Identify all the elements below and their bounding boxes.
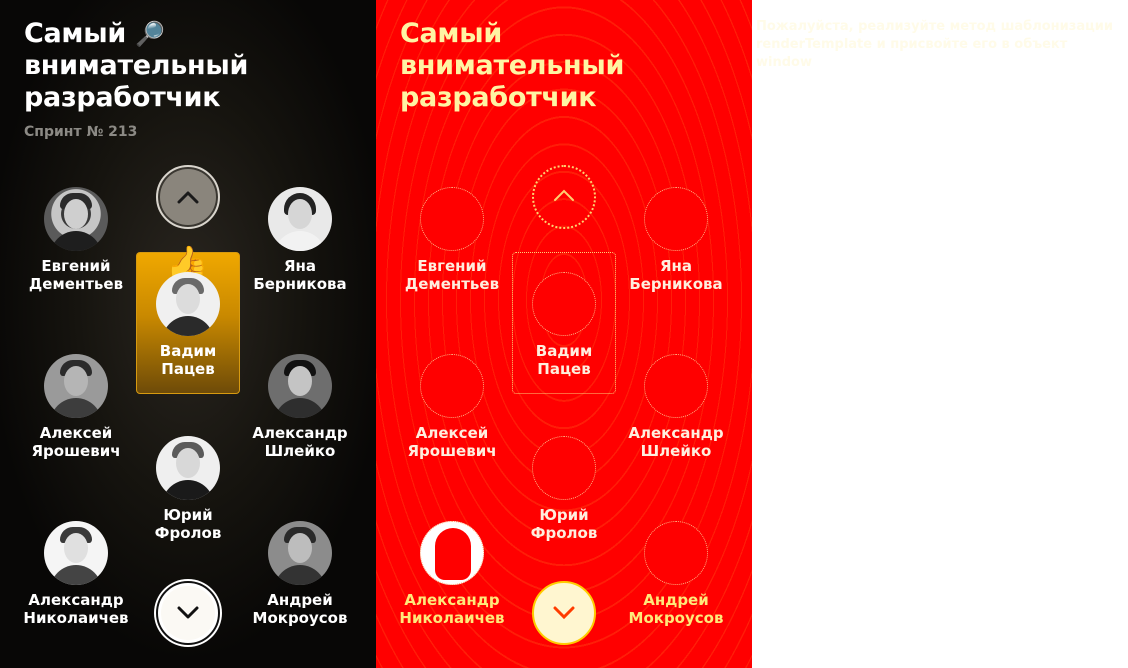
person-name: Андрей Мокроусов — [628, 591, 724, 627]
person-name: Алексей Ярошевич — [407, 424, 497, 460]
title-line: внимательный — [24, 50, 249, 81]
scroll-up-button[interactable] — [156, 165, 220, 229]
chevron-up-icon — [177, 191, 199, 204]
avatar[interactable] — [644, 521, 708, 585]
title-line: Самый — [24, 18, 126, 49]
person-name: Евгений Дементьев — [28, 257, 124, 293]
scroll-down-button[interactable] — [156, 581, 220, 645]
title-line: разработчик — [400, 82, 597, 113]
render-template-notice: Пожалуйста, реализуйте метод шаблонизаци… — [756, 19, 1113, 70]
person-name: Юрий Фролов — [154, 506, 222, 542]
avatar[interactable] — [156, 436, 220, 500]
chevron-down-icon — [553, 606, 575, 620]
avatar[interactable] — [44, 354, 108, 418]
sprint-subtitle: Спринт № 213 — [24, 124, 138, 140]
avatar[interactable] — [420, 354, 484, 418]
magnifying-glass-icon: 🔎 — [135, 20, 165, 48]
person-name: Алексей Ярошевич — [31, 424, 121, 460]
person-name: Евгений Дементьев — [404, 257, 500, 293]
title-line: внимательный — [400, 50, 625, 81]
scroll-up-button[interactable] — [532, 165, 596, 229]
person-name: Яна Берникова — [629, 257, 723, 293]
title-line: Самый — [400, 18, 502, 49]
avatar[interactable] — [268, 187, 332, 251]
person-name: Александр Николаичев — [399, 591, 505, 627]
avatar[interactable] — [644, 354, 708, 418]
chevron-up-icon — [554, 189, 574, 201]
leaderboard-panel: Самый 🔎 внимательный разработчик Спринт … — [0, 0, 376, 668]
person-name: Александр Николаичев — [23, 591, 129, 627]
avatar[interactable] — [420, 187, 484, 251]
avatar[interactable] — [156, 272, 220, 336]
chevron-down-icon — [177, 606, 199, 619]
avatar[interactable] — [44, 521, 108, 585]
avatar[interactable] — [532, 272, 596, 336]
person-name: Вадим Пацев — [535, 342, 593, 378]
avatar[interactable] — [420, 521, 484, 585]
scroll-down-button[interactable] — [532, 581, 596, 645]
title-line: разработчик — [24, 82, 221, 113]
person-name: Александр Шлейко — [628, 424, 724, 460]
person-name: Вадим Пацев — [159, 342, 217, 378]
person-name: Александр Шлейко — [252, 424, 348, 460]
avatar[interactable] — [268, 521, 332, 585]
page-title: Самый 🔎 внимательный разработчик — [24, 18, 354, 114]
person-name: Юрий Фролов — [530, 506, 598, 542]
avatar[interactable] — [532, 436, 596, 500]
person-name: Яна Берникова — [253, 257, 347, 293]
page-title: Самый внимательный разработчик — [400, 18, 730, 114]
person-name: Андрей Мокроусов — [252, 591, 348, 627]
avatar[interactable] — [268, 354, 332, 418]
avatar[interactable] — [44, 187, 108, 251]
avatar[interactable] — [644, 187, 708, 251]
